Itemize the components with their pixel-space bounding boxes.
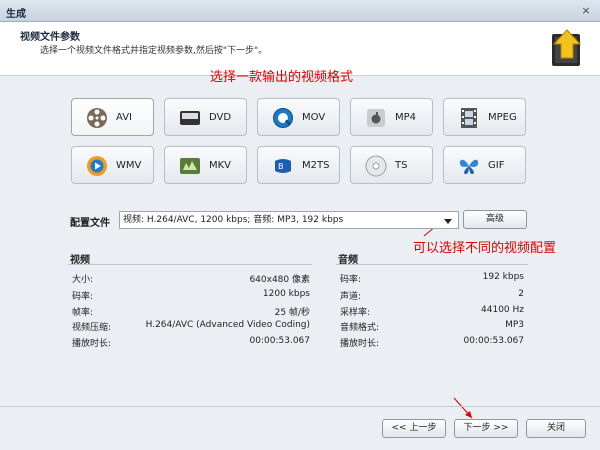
format-button-mpeg[interactable]: MPEG bbox=[443, 98, 526, 136]
audio-value: MP3 bbox=[505, 320, 524, 330]
media-player-icon bbox=[87, 156, 107, 176]
format-label: WMV bbox=[116, 160, 142, 171]
dvd-icon bbox=[180, 111, 200, 125]
video-label: 大小: bbox=[72, 275, 94, 285]
footer-divider bbox=[0, 406, 600, 407]
format-button-mov[interactable]: MOV bbox=[257, 98, 340, 136]
format-label: MPEG bbox=[488, 112, 517, 123]
format-button-gif[interactable]: GIF bbox=[443, 146, 526, 184]
window-title: 生成 bbox=[6, 9, 26, 20]
quicktime-icon bbox=[273, 108, 293, 128]
format-button-m2ts[interactable]: B M2TS bbox=[257, 146, 340, 184]
app-logo-icon bbox=[552, 29, 582, 66]
video-section-divider bbox=[68, 264, 312, 265]
format-label: DVD bbox=[209, 112, 232, 123]
audio-label: 音频格式: bbox=[340, 323, 380, 333]
audio-label: 播放时长: bbox=[340, 339, 380, 349]
video-label: 码率: bbox=[72, 292, 94, 302]
bluray-icon: B bbox=[275, 159, 291, 173]
prev-button[interactable]: << 上一步 bbox=[382, 419, 446, 438]
format-label: MP4 bbox=[395, 112, 417, 123]
format-button-wmv[interactable]: WMV bbox=[71, 146, 154, 184]
video-value: 640x480 像素 bbox=[249, 275, 310, 285]
video-value: 00:00:53.067 bbox=[249, 336, 310, 346]
profile-label: 配置文件 bbox=[70, 218, 110, 229]
close-button[interactable]: 关闭 bbox=[526, 419, 586, 438]
audio-label: 采样率: bbox=[340, 308, 371, 318]
advanced-button[interactable]: 高级 bbox=[463, 210, 527, 229]
format-button-ts[interactable]: TS bbox=[350, 146, 433, 184]
page-title: 视频文件参数 bbox=[20, 32, 80, 43]
apple-icon bbox=[367, 109, 385, 127]
format-button-dvd[interactable]: DVD bbox=[164, 98, 247, 136]
film-reel-icon bbox=[87, 108, 107, 128]
format-label: AVI bbox=[116, 112, 132, 123]
film-strip-icon bbox=[461, 108, 477, 128]
format-button-mp4[interactable]: MP4 bbox=[350, 98, 433, 136]
video-label: 播放时长: bbox=[72, 339, 112, 349]
disc-icon bbox=[365, 155, 387, 177]
audio-value: 44100 Hz bbox=[481, 305, 524, 315]
video-label: 视频压缩: bbox=[72, 323, 112, 333]
svg-text:B: B bbox=[278, 162, 284, 171]
next-button[interactable]: 下一步 >> bbox=[454, 419, 518, 438]
format-button-mkv[interactable]: MKV bbox=[164, 146, 247, 184]
audio-value: 192 kbps bbox=[482, 272, 524, 282]
format-label: M2TS bbox=[302, 160, 330, 171]
audio-value: 00:00:53.067 bbox=[463, 336, 524, 346]
format-label: TS bbox=[395, 160, 408, 171]
format-label: GIF bbox=[488, 160, 505, 171]
audio-section-divider bbox=[336, 264, 528, 265]
video-value: H.264/AVC (Advanced Video Coding) bbox=[145, 320, 310, 330]
profile-select[interactable]: 视频: H.264/AVC, 1200 kbps; 音频: MP3, 192 k… bbox=[119, 211, 459, 229]
audio-value: 2 bbox=[518, 289, 524, 299]
audio-label: 声道: bbox=[340, 292, 362, 302]
video-label: 帧率: bbox=[72, 308, 94, 318]
annotation-select-format: 选择一款输出的视频格式 bbox=[210, 70, 354, 85]
chevron-down-icon[interactable] bbox=[444, 219, 452, 224]
format-button-avi[interactable]: AVI bbox=[71, 98, 154, 136]
video-value: 25 帧/秒 bbox=[274, 308, 310, 318]
page-subtitle: 选择一个视频文件格式并指定视频参数,然后按"下一步"。 bbox=[40, 46, 268, 56]
audio-label: 码率: bbox=[340, 275, 362, 285]
format-label: MOV bbox=[302, 112, 326, 123]
close-icon[interactable]: × bbox=[578, 3, 594, 18]
video-value: 1200 kbps bbox=[262, 289, 310, 299]
title-bar: 生成 × bbox=[0, 0, 600, 22]
butterfly-icon bbox=[459, 159, 479, 174]
mkv-icon bbox=[180, 158, 200, 174]
format-label: MKV bbox=[209, 160, 232, 171]
profile-value: 视频: H.264/AVC, 1200 kbps; 音频: MP3, 192 k… bbox=[123, 215, 344, 225]
